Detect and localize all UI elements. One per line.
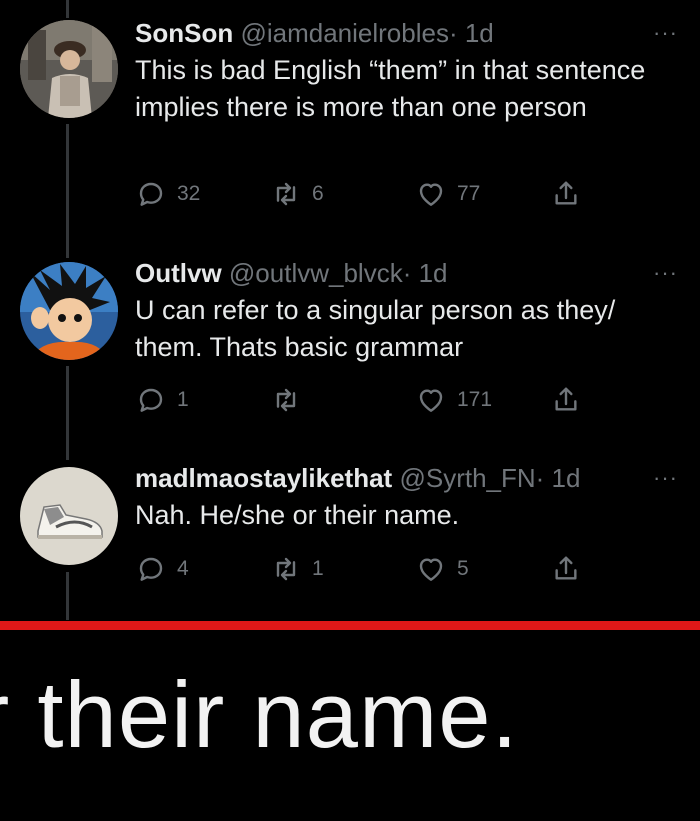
avatar[interactable] <box>20 20 118 118</box>
reply-button[interactable]: 1 <box>135 384 189 416</box>
share-button[interactable] <box>550 178 582 210</box>
more-options-icon[interactable]: ··· <box>653 260 678 286</box>
share-icon <box>555 387 577 411</box>
tweet-content: madlmaostaylikethat @Syrth_FN· 1d Nah. H… <box>135 463 660 534</box>
display-name[interactable]: madlmaostaylikethat <box>135 463 392 493</box>
thread-line <box>66 0 69 18</box>
retweet-button[interactable] <box>270 384 312 416</box>
retweet-icon <box>276 557 296 581</box>
tweet-text: U can refer to a singular person as they… <box>135 295 616 362</box>
reply-button[interactable]: 32 <box>135 178 200 210</box>
timestamp[interactable]: · 1d <box>536 463 581 493</box>
display-name[interactable]: Outlvw <box>135 258 222 288</box>
tweet-text: This is bad English “them” in that sente… <box>135 55 646 122</box>
heart-icon <box>419 558 443 581</box>
timestamp[interactable]: · 1d <box>403 258 448 288</box>
like-button[interactable]: 171 <box>415 384 492 416</box>
tweet-header: madlmaostaylikethat @Syrth_FN· 1d <box>135 463 660 493</box>
anime-character-avatar <box>20 262 118 360</box>
user-handle[interactable]: @iamdanielrobles <box>240 18 449 48</box>
tweet-header: SonSon @iamdanielrobles· 1d <box>135 18 660 48</box>
more-options-icon[interactable]: ··· <box>653 20 678 46</box>
reply-count: 4 <box>177 557 189 580</box>
more-options-icon[interactable]: ··· <box>653 465 678 491</box>
avatar[interactable] <box>20 262 118 360</box>
share-icon <box>555 556 577 580</box>
caption-text: r their name. <box>0 662 519 767</box>
tweet-header: Outlvw @outlvw_blvck· 1d <box>135 258 660 288</box>
like-button[interactable]: 77 <box>415 178 480 210</box>
red-divider <box>0 621 700 630</box>
reply-button[interactable]: 4 <box>135 553 189 585</box>
reply-count: 1 <box>177 388 189 411</box>
tweet-actions: 32 6 77 <box>135 178 595 218</box>
heart-icon <box>419 389 443 412</box>
tweet-actions: 4 1 5 <box>135 553 595 593</box>
child-photo-avatar <box>20 20 118 118</box>
like-count: 77 <box>457 182 481 205</box>
retweet-button[interactable]: 6 <box>270 178 324 210</box>
retweet-count: 1 <box>312 557 324 580</box>
retweet-button[interactable]: 1 <box>270 553 324 585</box>
retweet-count: 6 <box>312 182 324 205</box>
tweet-text: Nah. He/she or their name. <box>135 500 460 530</box>
retweet-icon <box>276 182 296 206</box>
reply-icon <box>139 182 163 206</box>
tweet[interactable]: Outlvw @outlvw_blvck· 1d U can refer to … <box>0 258 700 458</box>
share-icon <box>555 181 577 205</box>
heart-icon <box>419 183 443 206</box>
like-count: 5 <box>457 557 469 580</box>
share-button[interactable] <box>550 553 582 585</box>
reply-icon <box>139 557 163 581</box>
timestamp[interactable]: · 1d <box>449 18 494 48</box>
tweet-actions: 1 171 <box>135 384 595 424</box>
tweet-content: Outlvw @outlvw_blvck· 1d U can refer to … <box>135 258 660 366</box>
user-handle[interactable]: @outlvw_blvck <box>229 258 403 288</box>
tweet[interactable]: madlmaostaylikethat @Syrth_FN· 1d Nah. H… <box>0 463 700 603</box>
display-name[interactable]: SonSon <box>135 18 233 48</box>
sneaker-avatar <box>20 467 118 565</box>
tweet[interactable]: SonSon @iamdanielrobles· 1d This is bad … <box>0 18 700 238</box>
reply-count: 32 <box>177 182 201 205</box>
user-handle[interactable]: @Syrth_FN <box>399 463 535 493</box>
tweet-content: SonSon @iamdanielrobles· 1d This is bad … <box>135 18 660 126</box>
like-button[interactable]: 5 <box>415 553 469 585</box>
retweet-icon <box>276 388 296 412</box>
share-button[interactable] <box>550 384 582 416</box>
reply-icon <box>139 388 163 412</box>
like-count: 171 <box>457 388 493 411</box>
avatar[interactable] <box>20 467 118 565</box>
